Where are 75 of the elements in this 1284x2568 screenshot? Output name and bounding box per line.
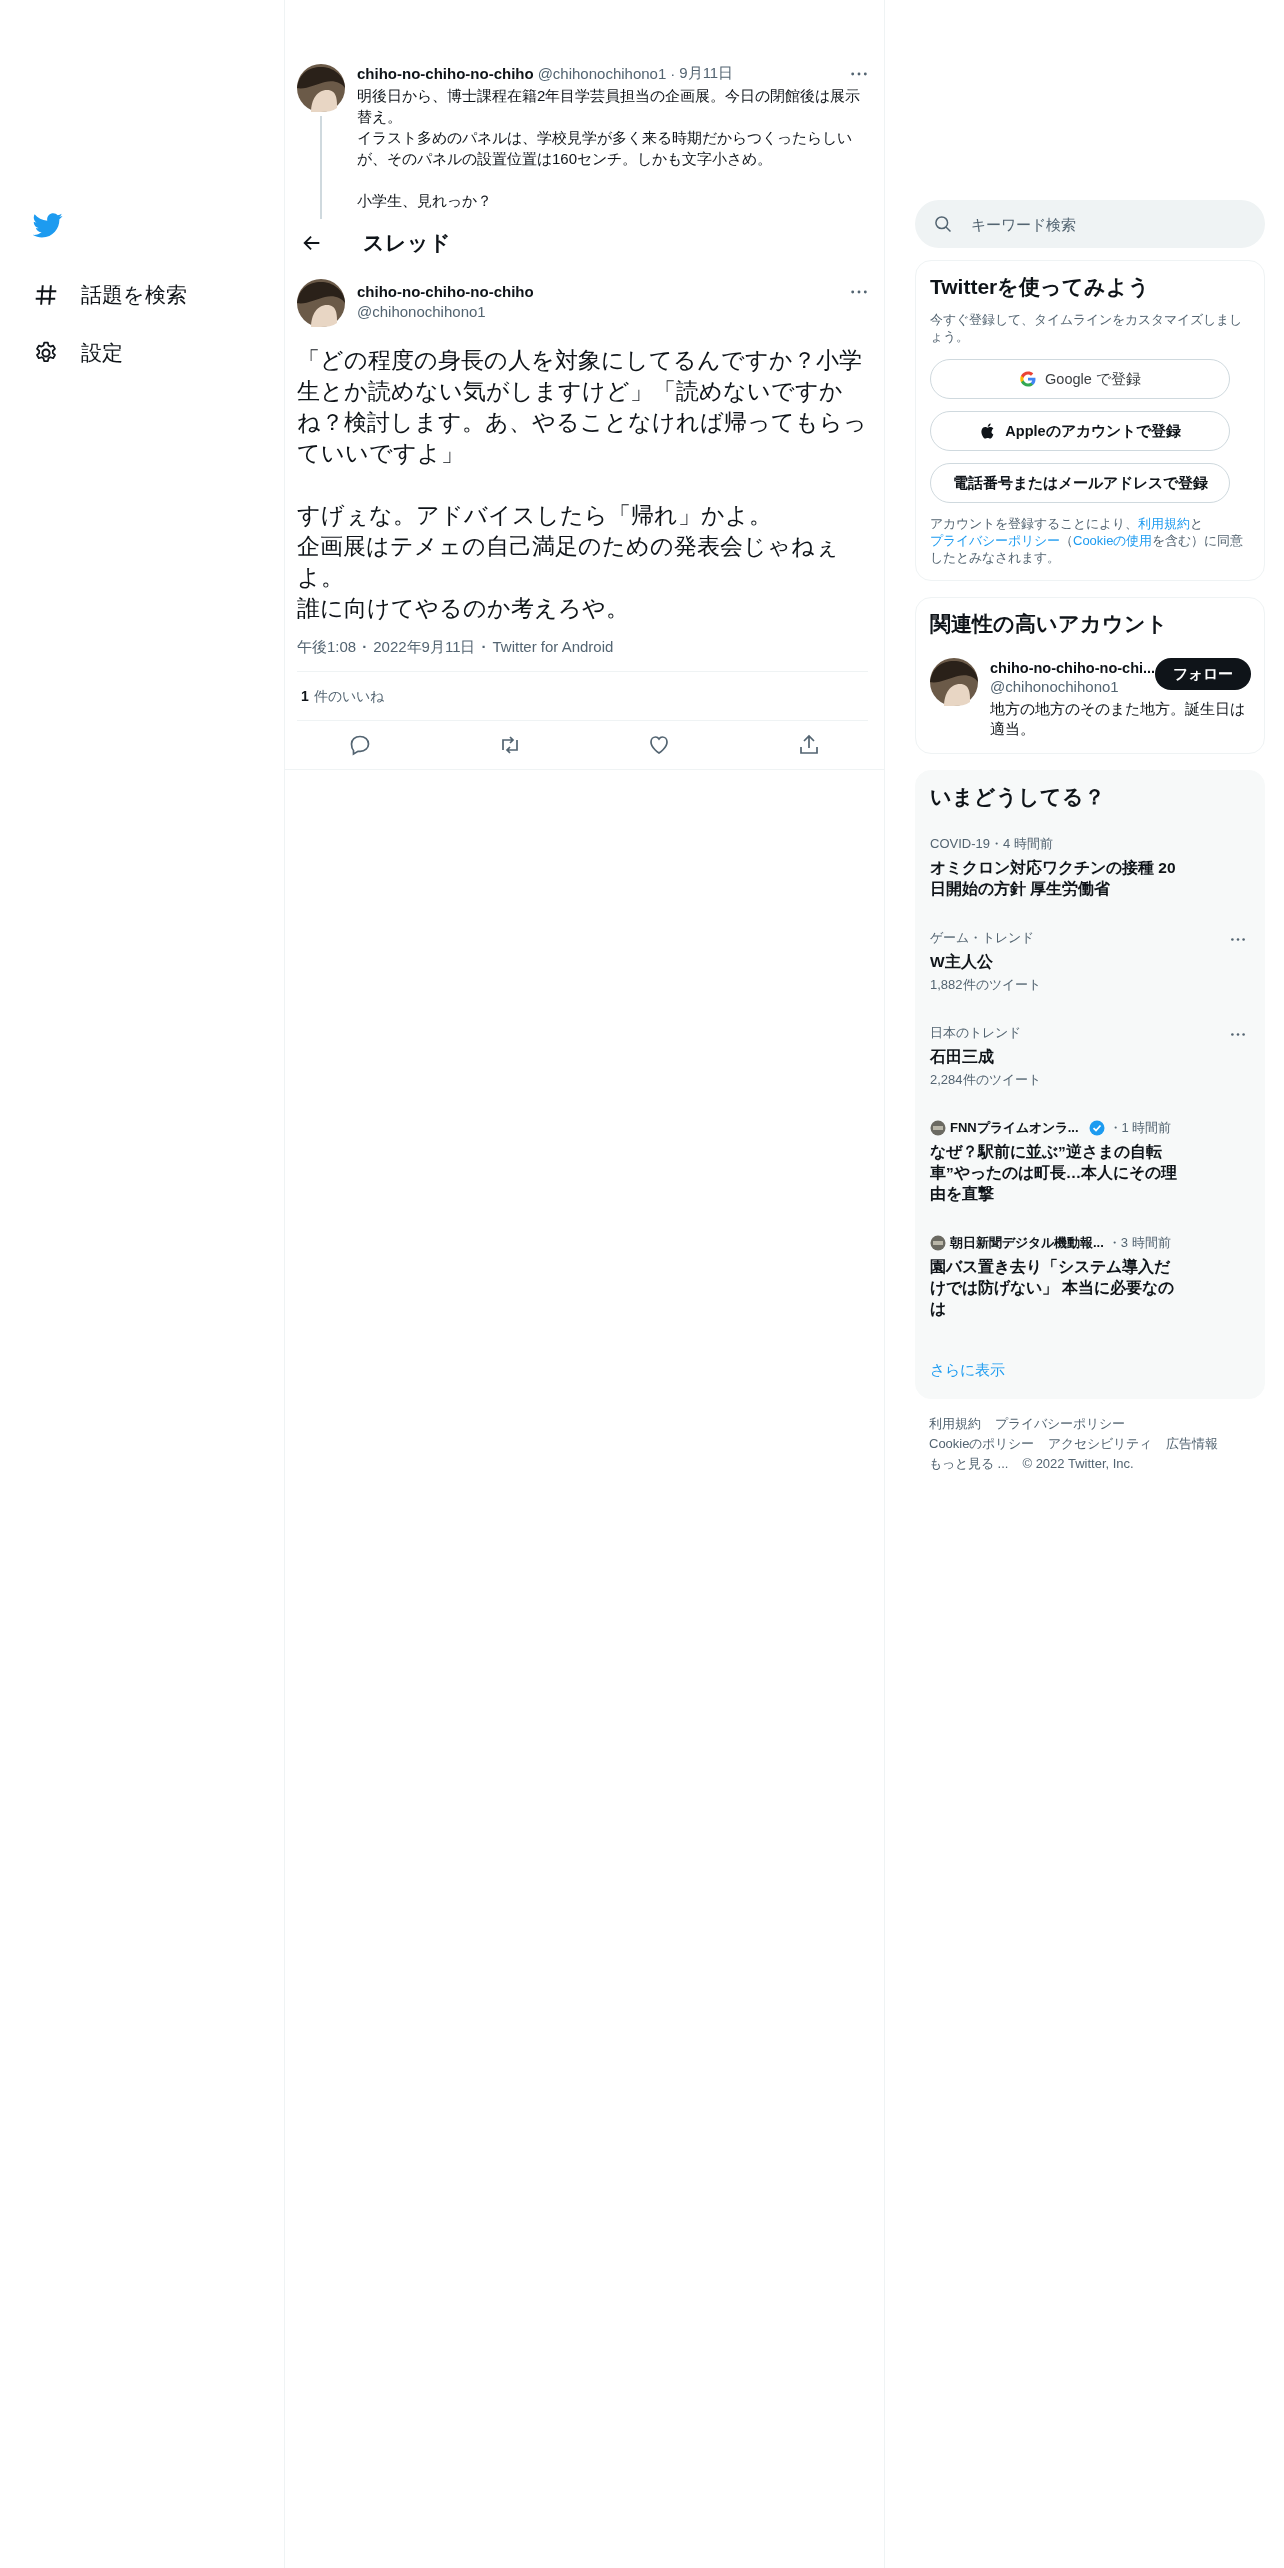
author-handle[interactable]: @chihonochihono1 (537, 65, 667, 82)
signup-button[interactable]: Google で登録 (930, 359, 1230, 399)
tweet-text: イラスト多めのパネルは、学校見学が多く来る時期だからつくったらしいが、そのパネルの設置位置は160センチ。しかも文字小さめ。 (357, 128, 853, 169)
card-subtitle: 今すぐ登録して、タイムラインをカスタマイズしましょう。 (930, 311, 1243, 345)
tweet-count: 2,284件のツイート (930, 1071, 1042, 1089)
source-logo-icon (930, 1235, 946, 1251)
tweet-text: すげぇな。アドバイスしたら「帰れ」かよ。 (297, 502, 773, 530)
tweet-text: 「どの程度の身長の人を対象にしてるんですか？小学生とか読めない気がしますけど」「読めないですかね？検討します。あ、やることなければ帰ってもらっていいですよ」 (297, 347, 868, 468)
more-icon[interactable] (850, 70, 868, 77)
card-title: 関連性の高いアカウント (930, 611, 1169, 637)
tweet-count: 1,882件のツイート (930, 976, 1042, 994)
search-icon (933, 214, 953, 234)
footer-link[interactable]: もっと見る ... (929, 1455, 1009, 1473)
trend-title: W主人公 (930, 952, 994, 972)
author-handle[interactable]: @chihonochihono1 (357, 303, 534, 320)
trend-context: ゲーム・トレンド (930, 929, 1034, 947)
tweet-text: 明後日から、博士課程在籍2年目学芸員担当の企画展。今日の閉館後は展示替え。 (357, 86, 862, 127)
legal-text: アカウントを登録することにより、利用規約 と プライバシーポリシー（Cookieの使用を含む）に同意したとみなされます。 (930, 515, 1245, 566)
copyright-text: © 2022 Twitter, Inc. (1022, 1455, 1134, 1473)
signup-button[interactable]: Appleのアカウントで登録 (930, 411, 1230, 451)
account-name[interactable]: chiho-no-chiho-no-chi... (990, 660, 1156, 676)
separator-dot: · (481, 638, 487, 657)
avatar[interactable] (297, 64, 345, 112)
page-title: スレッド (363, 230, 451, 256)
trend-title: 石田三成 (930, 1047, 995, 1067)
trend-context: 日本のトレンド (930, 1024, 1021, 1042)
footer-link[interactable]: 利用規約 (929, 1415, 981, 1433)
trend-item[interactable]: COVID-19・4 時間前 オミクロン対応ワクチンの接種 20日開始の方針 厚生労働省 (930, 811, 1250, 911)
tweet-text: 小学生、見れっか？ (357, 191, 493, 211)
google-logo-icon (1019, 370, 1038, 388)
tweet-text: 企画展はテメェの自己満足のための発表会じゃねぇよ。 (297, 533, 840, 592)
avatar[interactable] (930, 658, 978, 706)
trend-title: 園バス置き去り「システム導入だけでは防げない」 本当に必要なのは (930, 1257, 1176, 1319)
more-icon[interactable] (1230, 937, 1246, 942)
more-icon[interactable] (850, 289, 868, 295)
tweet-time[interactable]: 午後1:08 (297, 638, 357, 657)
separator-dot: · (362, 638, 368, 657)
trend-item[interactable]: FNNプライムオンラ... ・1 時間前 なぜ？駅前に並ぶ”逆さまの自転車”やったのは町長…本人にその理由を直撃 (930, 1101, 1250, 1216)
account-bio: 地方の地方のそのまた地方。誕生日は適当。 (990, 699, 1246, 739)
trend-title: なぜ？駅前に並ぶ”逆さまの自転車”やったのは町長…本人にその理由を直撃 (930, 1142, 1179, 1204)
tweet-date[interactable]: 9月11日 (679, 64, 734, 83)
trend-item[interactable]: ゲーム・トレンド W主人公 1,882件のツイート (930, 911, 1250, 1006)
nav-item[interactable]: 設定 (33, 324, 123, 382)
news-time: ・1 時間前 (1108, 1119, 1172, 1137)
news-time: ・3 時間前 (1107, 1234, 1171, 1252)
nav-item[interactable]: 話題を検索 (33, 266, 187, 324)
follow-button[interactable]: フォロー (1155, 658, 1252, 690)
more-icon[interactable] (1230, 1032, 1246, 1037)
trend-item[interactable]: 日本のトレンド 石田三成 2,284件のツイート (930, 1006, 1250, 1101)
footer-link[interactable]: アクセシビリティ (1048, 1435, 1153, 1453)
author-name[interactable]: chiho-no-chiho-no-chiho (357, 65, 534, 82)
account-handle[interactable]: @chihonochihono1 (990, 678, 1156, 695)
bird-logo-icon[interactable] (33, 210, 63, 240)
search-field[interactable]: キーワード検索 (915, 200, 1265, 248)
like-label[interactable]: 件のいいね (313, 688, 384, 706)
trend-title: オミクロン対応ワクチンの接種 20日開始の方針 厚生労働省 (930, 858, 1177, 899)
source-logo-icon (930, 1120, 946, 1136)
footer-link[interactable]: プライバシーポリシー (995, 1415, 1125, 1433)
separator-dot: · (670, 65, 676, 82)
card-title: Twitterを使ってみよう (930, 274, 1152, 301)
tweet-source[interactable]: Twitter for Android (492, 638, 614, 657)
avatar[interactable] (297, 279, 345, 327)
trend-context: COVID-19・4 時間前 (930, 835, 1053, 853)
footer-link[interactable]: Cookieのポリシー (929, 1435, 1035, 1453)
card-title: いまどうしてる？ (930, 784, 1106, 811)
tweet-text: 誰に向けてやるのか考えろや。 (297, 595, 630, 623)
news-source: FNNプライムオンラ... (950, 1119, 1079, 1137)
tweet-date[interactable]: 2022年9月11日 (373, 638, 476, 657)
like-count[interactable]: 1 (301, 688, 309, 706)
signup-button[interactable]: 電話番号またはメールアドレスで登録 (930, 463, 1230, 503)
news-source: 朝日新聞デジタル機動報... (950, 1234, 1104, 1252)
trend-item[interactable]: 朝日新聞デジタル機動報... ・3 時間前 園バス置き去り「システム導入だけでは防げない」 本当に必要なのは (930, 1216, 1250, 1331)
author-name[interactable]: chiho-no-chiho-no-chiho (357, 283, 534, 300)
footer-link[interactable]: 広告情報 (1166, 1435, 1219, 1453)
hashtag-icon (33, 282, 59, 308)
